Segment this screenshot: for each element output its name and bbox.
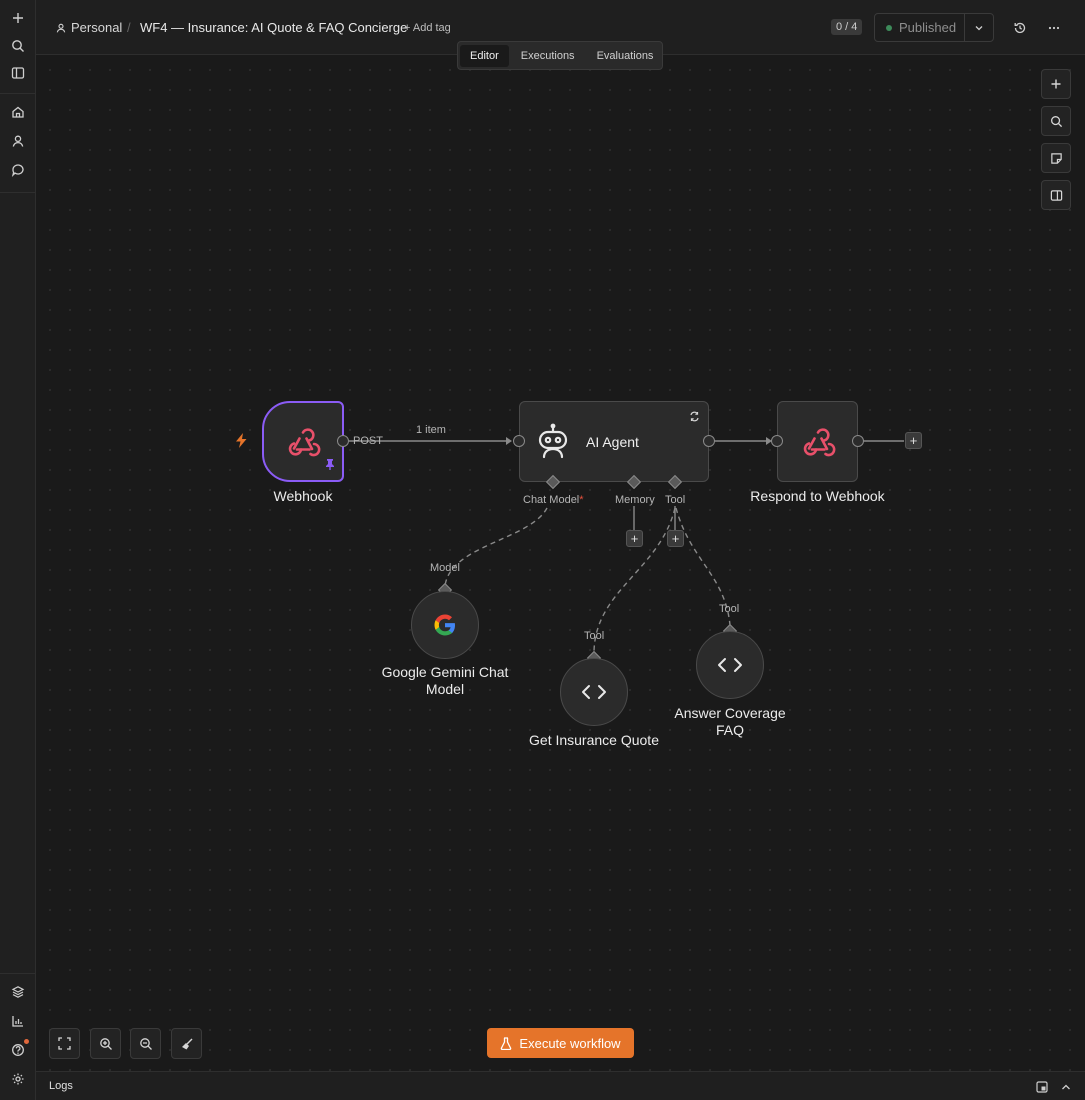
pin-icon [325, 457, 335, 475]
workflow-canvas[interactable] [36, 56, 1085, 1071]
add-tool-button[interactable]: + [667, 530, 684, 547]
publish-control[interactable]: Published [874, 13, 994, 42]
add-node-button[interactable] [1041, 69, 1071, 99]
code-icon [718, 658, 742, 672]
fit-view-icon [58, 1037, 71, 1050]
chat-model-port-label: Chat Model* [523, 494, 584, 506]
zoom-out-button[interactable] [130, 1028, 161, 1059]
settings-gear-icon[interactable] [8, 1069, 28, 1089]
agent-input-port[interactable] [513, 435, 525, 447]
node-respond-to-webhook[interactable] [777, 401, 858, 482]
search-nodes-button[interactable] [1041, 106, 1071, 136]
home-icon[interactable] [8, 102, 28, 122]
broom-icon [181, 1038, 192, 1049]
code-icon [582, 685, 606, 699]
google-g-icon [434, 614, 455, 636]
respond-output-port[interactable] [852, 435, 864, 447]
robot-icon [538, 423, 568, 458]
node-webhook-label: Webhook [273, 488, 333, 504]
breadcrumb-project[interactable]: Personal [56, 20, 122, 35]
respond-input-port[interactable] [771, 435, 783, 447]
sticky-note-button[interactable] [1041, 143, 1071, 173]
faq-port-label: Tool [719, 603, 740, 615]
breadcrumb-separator: / [127, 20, 131, 35]
breadcrumb-project-label: Personal [71, 20, 123, 35]
zoom-out-icon [139, 1037, 152, 1050]
logs-panel-bar[interactable]: Logs [36, 1071, 1085, 1100]
node-google-gemini[interactable] [411, 591, 479, 659]
logs-label: Logs [49, 1080, 73, 1092]
history-icon[interactable] [1010, 18, 1030, 38]
tab-editor[interactable]: Editor [460, 44, 509, 67]
zoom-in-icon [99, 1037, 112, 1050]
plus-icon [1051, 79, 1061, 89]
chat-icon[interactable] [8, 160, 28, 180]
node-respond-label: Respond to Webhook [750, 488, 885, 504]
notification-dot [24, 1039, 29, 1044]
agent-output-port[interactable] [703, 435, 715, 447]
node-ai-agent[interactable]: AI Agent [519, 401, 709, 482]
templates-icon[interactable] [8, 982, 28, 1002]
node-faq-label: Answer Coverage FAQ [674, 705, 786, 738]
tab-evaluations[interactable]: Evaluations [587, 45, 664, 67]
left-sidebar [0, 0, 36, 1100]
node-webhook[interactable] [262, 401, 344, 482]
zoom-in-button[interactable] [90, 1028, 121, 1059]
publish-status-label: Published [899, 20, 957, 35]
open-in-new-window-icon[interactable] [1036, 1080, 1048, 1098]
chevron-down-icon[interactable] [965, 14, 993, 41]
search-icon[interactable] [8, 36, 28, 56]
add-icon[interactable] [8, 8, 28, 28]
execute-workflow-label: Execute workflow [519, 1035, 621, 1051]
flask-icon [501, 1036, 512, 1050]
search-icon [1050, 115, 1062, 127]
connection-item-count: 1 item [416, 424, 446, 436]
trigger-bolt-icon [235, 433, 248, 453]
user-icon [56, 23, 66, 32]
tab-executions[interactable]: Executions [511, 45, 585, 67]
insights-chart-icon[interactable] [8, 1011, 28, 1031]
toggle-panel-button[interactable] [1041, 180, 1071, 210]
webhook-icon [288, 427, 321, 456]
node-ai-agent-label: AI Agent [586, 433, 639, 450]
node-gemini-label: Google Gemini Chat Model [381, 664, 509, 697]
memory-port-label: Memory [615, 494, 655, 506]
node-get-insurance-quote[interactable] [560, 658, 628, 726]
chevron-up-icon[interactable] [1060, 1080, 1072, 1098]
panel-icon [1050, 189, 1062, 201]
user-icon[interactable] [8, 131, 28, 151]
publish-status-button[interactable]: Published [875, 14, 965, 41]
add-memory-button[interactable]: + [626, 530, 643, 547]
workflow-counter-badge: 0 / 4 [831, 19, 863, 35]
refresh-icon [689, 409, 700, 427]
add-tag-button[interactable]: + Add tag [404, 22, 451, 34]
tidy-up-button[interactable] [171, 1028, 202, 1059]
webhook-output-port[interactable] [337, 435, 349, 447]
quote-port-label: Tool [584, 630, 605, 642]
gemini-port-label: Model [430, 562, 460, 574]
status-dot [886, 24, 892, 31]
more-options-icon[interactable] [1044, 18, 1064, 38]
view-tabs: Editor Executions Evaluations [457, 41, 663, 70]
toggle-sidebar-icon[interactable] [8, 63, 28, 83]
node-quote-label: Get Insurance Quote [529, 732, 659, 748]
node-answer-coverage-faq[interactable] [696, 631, 764, 699]
workflow-title[interactable]: WF4 — Insurance: AI Quote & FAQ Concierg… [140, 20, 407, 35]
webhook-output-label: POST [353, 435, 383, 447]
fit-view-button[interactable] [49, 1028, 80, 1059]
add-next-node-button[interactable]: + [905, 432, 922, 449]
sticky-note-icon [1050, 152, 1062, 164]
webhook-icon [803, 427, 835, 456]
execute-workflow-button[interactable]: Execute workflow [487, 1028, 634, 1058]
tool-port-label: Tool [665, 494, 686, 506]
